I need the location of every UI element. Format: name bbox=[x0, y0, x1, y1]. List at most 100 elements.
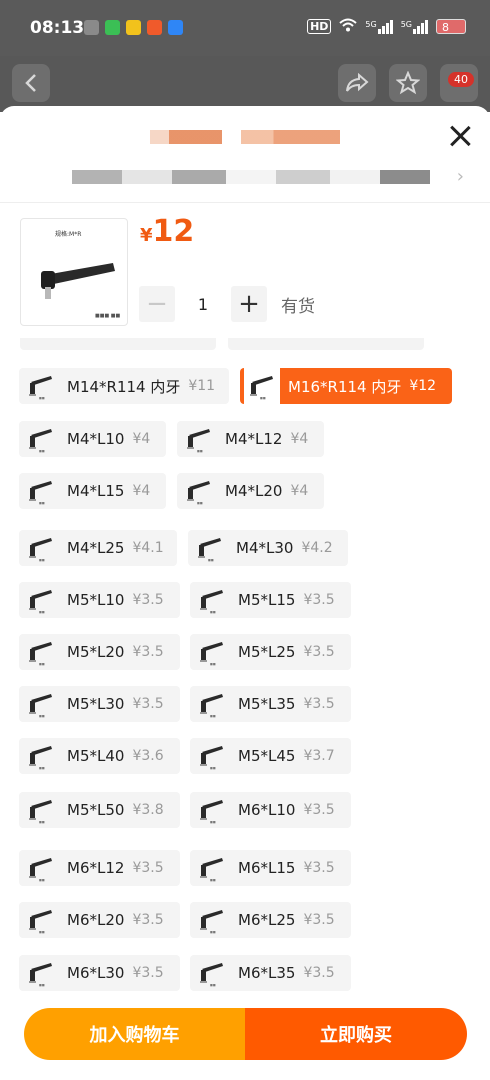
status-indicators: HD 5G 5G 8 bbox=[307, 18, 466, 35]
option-chip[interactable]: ■■ M6*L15 ¥3.5 bbox=[190, 850, 351, 886]
svg-text:■■: ■■ bbox=[39, 930, 45, 934]
svg-text:■■: ■■ bbox=[39, 449, 45, 453]
option-chip[interactable]: ■■ M4*L15 ¥4 bbox=[19, 473, 166, 509]
chevron-right-icon: › bbox=[456, 166, 464, 187]
quantity-value[interactable]: 1 bbox=[175, 295, 231, 314]
handle-thumbnail-icon: ■■ bbox=[23, 368, 59, 404]
svg-text:■■: ■■ bbox=[39, 820, 45, 824]
handle-thumbnail-icon: ■■ bbox=[23, 582, 59, 618]
favorite-button[interactable] bbox=[389, 64, 427, 102]
svg-text:■■: ■■ bbox=[39, 396, 45, 400]
svg-text:■■: ■■ bbox=[210, 766, 216, 770]
svg-text:■■: ■■ bbox=[210, 610, 216, 614]
option-chip[interactable]: ■■ M4*L10 ¥4 bbox=[19, 421, 166, 457]
option-price: ¥3.5 bbox=[132, 860, 164, 876]
option-chip[interactable]: ■■ M5*L35 ¥3.5 bbox=[190, 686, 351, 722]
handle-thumbnail-icon: ■■ bbox=[181, 473, 217, 509]
notification-icons bbox=[84, 20, 183, 35]
price-value: 12 bbox=[152, 214, 195, 249]
option-chip[interactable]: ■■ M4*L25 ¥4.1 bbox=[19, 530, 177, 566]
blurred-address-row[interactable] bbox=[72, 170, 430, 184]
svg-text:■■: ■■ bbox=[210, 878, 216, 882]
option-chip[interactable]: ■■ M5*L50 ¥3.8 bbox=[19, 792, 180, 828]
cart-button[interactable]: 40 bbox=[440, 64, 478, 102]
add-to-cart-button[interactable]: 加入购物车 bbox=[24, 1008, 245, 1060]
sku-selection-sheet: › 规格:M*R ■■■ ■■ ¥12 − 1 + 有货 ■■ M14*R114 … bbox=[0, 106, 490, 1080]
option-chip[interactable]: ■■ M5*L40 ¥3.6 bbox=[19, 738, 180, 774]
option-chip[interactable]: ■■ M6*L30 ¥3.5 bbox=[19, 955, 180, 991]
option-price: ¥3.5 bbox=[303, 860, 335, 876]
back-button[interactable] bbox=[12, 64, 50, 102]
option-price: ¥3.8 bbox=[132, 802, 164, 818]
handle-thumbnail-icon: ■■ bbox=[194, 634, 230, 670]
option-chip[interactable]: ■■ M5*L25 ¥3.5 bbox=[190, 634, 351, 670]
option-price: ¥11 bbox=[188, 378, 216, 394]
chevron-left-icon bbox=[25, 74, 36, 92]
option-chip[interactable]: ■■ M4*L20 ¥4 bbox=[177, 473, 324, 509]
handle-thumbnail-icon: ■■ bbox=[192, 530, 228, 566]
option-price: ¥4 bbox=[290, 483, 309, 499]
option-chip[interactable]: ■■ M6*L25 ¥3.5 bbox=[190, 902, 351, 938]
app-notification-icon bbox=[84, 20, 99, 35]
option-chip[interactable]: ■■ M16*R114 内牙 ¥12 bbox=[240, 368, 452, 404]
option-chip[interactable]: ■■ M4*L12 ¥4 bbox=[177, 421, 324, 457]
option-name: M4*L20 bbox=[225, 482, 283, 500]
option-price: ¥4 bbox=[132, 483, 151, 499]
option-chip[interactable]: ■■ M5*L20 ¥3.5 bbox=[19, 634, 180, 670]
battery-icon: 8 bbox=[436, 19, 466, 34]
currency-symbol: ¥ bbox=[140, 225, 153, 246]
handle-thumbnail-icon: ■■ bbox=[23, 792, 59, 828]
svg-text:■■■ ■■: ■■■ ■■ bbox=[95, 313, 120, 319]
increase-button[interactable]: + bbox=[231, 286, 267, 322]
svg-text:■■: ■■ bbox=[39, 610, 45, 614]
app-notification-icon bbox=[147, 20, 162, 35]
stock-status: 有货 bbox=[281, 296, 315, 317]
option-chip[interactable]: ■■ M6*L12 ¥3.5 bbox=[19, 850, 180, 886]
page-header-dimmed: 40 bbox=[0, 56, 490, 112]
svg-text:■■: ■■ bbox=[208, 558, 214, 562]
option-chip[interactable]: ■■ M5*L15 ¥3.5 bbox=[190, 582, 351, 618]
option-price: ¥4 bbox=[290, 431, 309, 447]
svg-text:■■: ■■ bbox=[210, 662, 216, 666]
handle-thumbnail-icon: ■■ bbox=[23, 686, 59, 722]
option-name: M6*L35 bbox=[238, 964, 296, 982]
wifi-icon bbox=[339, 18, 358, 35]
option-name: M5*L25 bbox=[238, 643, 296, 661]
handle-thumbnail-icon: ■■ bbox=[23, 955, 59, 991]
option-name: M5*L45 bbox=[238, 747, 296, 765]
svg-text:■■: ■■ bbox=[39, 558, 45, 562]
option-name: M4*L10 bbox=[67, 430, 125, 448]
handle-thumbnail-icon: ■■ bbox=[23, 634, 59, 670]
option-chip[interactable]: ■■ M5*L30 ¥3.5 bbox=[19, 686, 180, 722]
hd-icon: HD bbox=[307, 19, 332, 34]
option-name: M6*L30 bbox=[67, 964, 125, 982]
option-name: M16*R114 内牙 bbox=[288, 377, 402, 396]
option-price: ¥12 bbox=[409, 378, 437, 394]
product-thumbnail[interactable]: 规格:M*R ■■■ ■■ bbox=[20, 218, 128, 326]
option-chip[interactable]: ■■ M14*R114 内牙 ¥11 bbox=[19, 368, 229, 404]
option-name: M14*R114 内牙 bbox=[67, 377, 181, 396]
option-chip[interactable]: ■■ M6*L10 ¥3.5 bbox=[190, 792, 351, 828]
handle-thumbnail-icon: ■■ bbox=[23, 530, 59, 566]
option-price: ¥3.5 bbox=[303, 965, 335, 981]
option-chip[interactable]: ■■ M5*L10 ¥3.5 bbox=[19, 582, 180, 618]
option-chip[interactable]: ■■ M4*L30 ¥4.2 bbox=[188, 530, 348, 566]
status-time: 08:13 bbox=[30, 18, 85, 38]
option-chip[interactable]: ■■ M5*L45 ¥3.7 bbox=[190, 738, 351, 774]
option-name: M6*L12 bbox=[67, 859, 125, 877]
svg-text:■■: ■■ bbox=[39, 878, 45, 882]
share-button[interactable] bbox=[338, 64, 376, 102]
svg-text:■■: ■■ bbox=[197, 449, 203, 453]
svg-text:■■: ■■ bbox=[39, 501, 45, 505]
handle-image-icon: ■■■ ■■ bbox=[41, 263, 120, 319]
option-chip[interactable]: ■■ M6*L35 ¥3.5 bbox=[190, 955, 351, 991]
option-price: ¥3.5 bbox=[303, 696, 335, 712]
option-price: ¥3.5 bbox=[132, 965, 164, 981]
handle-thumbnail-icon: ■■ bbox=[194, 850, 230, 886]
option-chip[interactable]: ■■ M6*L20 ¥3.5 bbox=[19, 902, 180, 938]
close-icon[interactable] bbox=[448, 124, 472, 148]
option-name: M4*L15 bbox=[67, 482, 125, 500]
decrease-button[interactable]: − bbox=[139, 286, 175, 322]
buy-now-button[interactable]: 立即购买 bbox=[245, 1008, 467, 1060]
handle-thumbnail-icon: ■■ bbox=[23, 850, 59, 886]
